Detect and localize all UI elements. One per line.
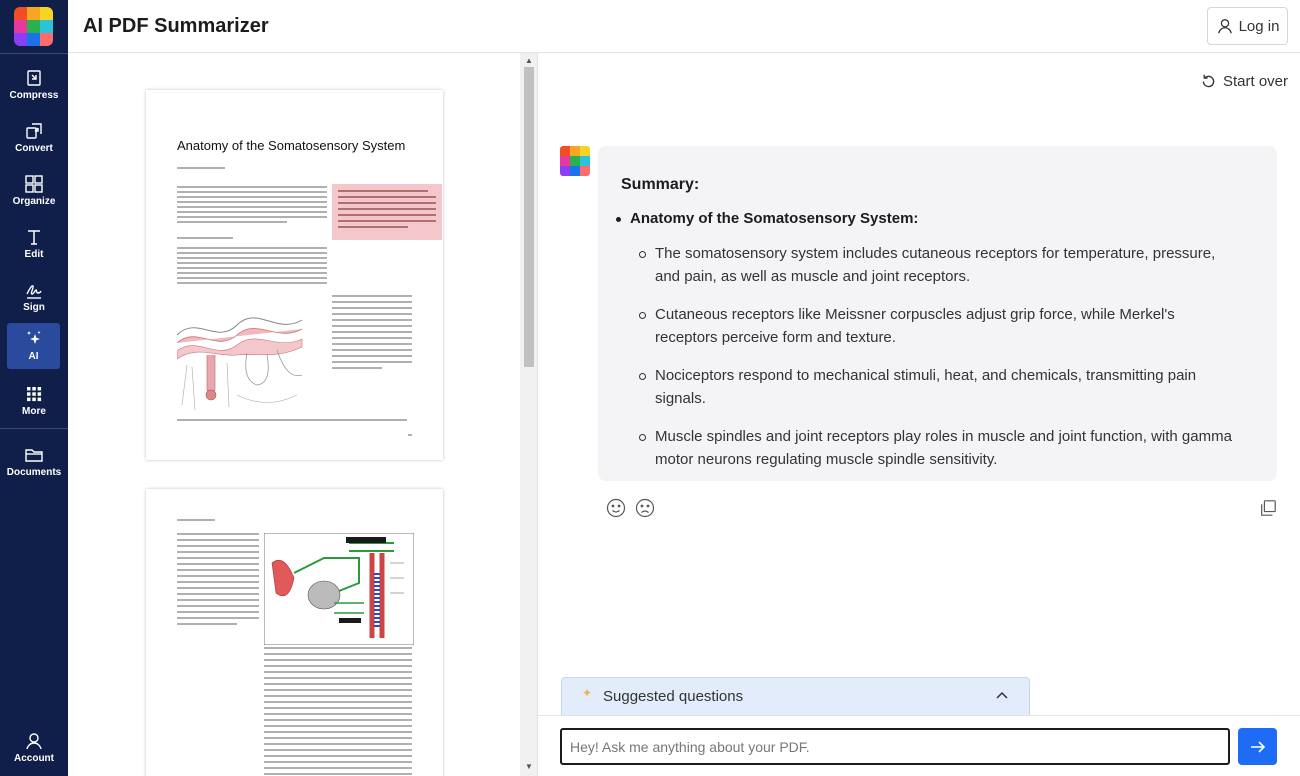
ai-sparkle-icon xyxy=(26,331,40,344)
sidebar-item-account[interactable]: Account xyxy=(0,725,68,771)
pdf-viewer[interactable]: Anatomy of the Somatosensory System xyxy=(68,53,520,776)
scroll-thumb[interactable] xyxy=(524,67,534,367)
text-line xyxy=(177,167,225,169)
pdf-page-1[interactable]: Anatomy of the Somatosensory System xyxy=(146,90,443,460)
sidebar-item-label: Documents xyxy=(6,467,62,478)
sidebar-item-documents[interactable]: Documents xyxy=(0,439,68,485)
top-header: AI PDF Summarizer Log in xyxy=(68,0,1300,53)
sidebar: Compress Convert Organize Edit Sign AI M… xyxy=(0,0,68,776)
sidebar-item-label: More xyxy=(22,406,46,417)
login-label: Log in xyxy=(1238,17,1280,35)
sidebar-item-edit[interactable]: Edit xyxy=(0,221,68,267)
summary-point: Cutaneous receptors like Meissner corpus… xyxy=(621,303,1254,349)
folder-icon xyxy=(25,449,43,462)
sidebar-item-organize[interactable]: Organize xyxy=(0,168,68,214)
user-icon xyxy=(1217,19,1232,34)
sidebar-item-label: Compress xyxy=(9,90,59,101)
sidebar-item-compress[interactable]: Compress xyxy=(0,62,68,108)
anatomy-figure xyxy=(177,317,303,411)
convert-icon xyxy=(26,123,42,139)
assistant-avatar xyxy=(560,146,590,176)
sidebar-item-label: Account xyxy=(14,753,54,764)
chat-panel: Start over Summary: Anatomy of the Somat… xyxy=(538,53,1300,776)
sidebar-item-label: Edit xyxy=(24,249,44,260)
login-button[interactable]: Log in xyxy=(1207,7,1288,45)
chevron-up-icon xyxy=(996,691,1008,699)
organize-icon xyxy=(25,175,43,193)
start-over-label: Start over xyxy=(1222,73,1288,90)
sidebar-item-label: Organize xyxy=(12,196,56,207)
summary-heading-text: Anatomy of the Somatosensory System: xyxy=(630,210,919,227)
app-title: AI PDF Summarizer xyxy=(83,15,269,37)
copy-icon[interactable] xyxy=(1259,499,1277,517)
suggested-questions-toggle[interactable]: ✦ Suggested questions xyxy=(561,677,1030,715)
summary-title: Summary: xyxy=(621,176,700,193)
app-logo[interactable] xyxy=(14,7,53,46)
sidebar-item-ai[interactable]: AI xyxy=(7,323,60,369)
sign-icon xyxy=(26,285,42,299)
suggested-questions-label: Suggested questions xyxy=(603,688,744,705)
sidebar-item-label: AI xyxy=(28,351,39,362)
sidebar-item-sign[interactable]: Sign xyxy=(0,274,68,320)
summary-point: Muscle spindles and joint receptors play… xyxy=(621,425,1254,471)
sidebar-divider xyxy=(0,53,68,54)
pdf-page-title: Anatomy of the Somatosensory System xyxy=(177,138,406,153)
viewer-scrollbar[interactable]: ▲ ▼ xyxy=(520,53,538,776)
sidebar-item-convert[interactable]: Convert xyxy=(0,115,68,161)
muscle-spindle-figure xyxy=(264,533,414,645)
summary-message: Summary: Anatomy of the Somatosensory Sy… xyxy=(598,146,1277,481)
send-button[interactable] xyxy=(1238,728,1277,765)
start-over-button[interactable]: Start over xyxy=(1200,73,1288,90)
thumbs-down-frown-icon[interactable] xyxy=(635,498,655,518)
chat-input[interactable] xyxy=(560,728,1230,765)
scroll-up-arrow-icon[interactable]: ▲ xyxy=(524,56,534,66)
scroll-down-arrow-icon[interactable]: ▼ xyxy=(524,762,534,772)
restart-icon xyxy=(1202,74,1215,88)
sidebar-item-label: Convert xyxy=(15,143,53,154)
bullet-dot xyxy=(616,217,621,222)
account-icon xyxy=(26,733,42,750)
sidebar-divider xyxy=(0,428,68,429)
sidebar-item-label: Sign xyxy=(23,302,45,313)
summary-point: Nociceptors respond to mechanical stimul… xyxy=(621,364,1254,410)
pdf-page-2[interactable] xyxy=(146,489,443,776)
sparkle-icon: ✦ xyxy=(582,686,593,700)
chat-input-area xyxy=(538,715,1300,776)
sidebar-item-more[interactable]: More xyxy=(0,378,68,424)
compress-icon xyxy=(27,70,41,86)
highlighted-note xyxy=(332,184,442,240)
summary-heading: Anatomy of the Somatosensory System: xyxy=(616,210,1254,227)
arrow-right-icon xyxy=(1250,740,1265,753)
thumbs-up-smile-icon[interactable] xyxy=(606,498,626,518)
more-grid-icon xyxy=(27,387,42,402)
summary-point: The somatosensory system includes cutane… xyxy=(621,242,1254,288)
edit-icon xyxy=(28,230,40,245)
